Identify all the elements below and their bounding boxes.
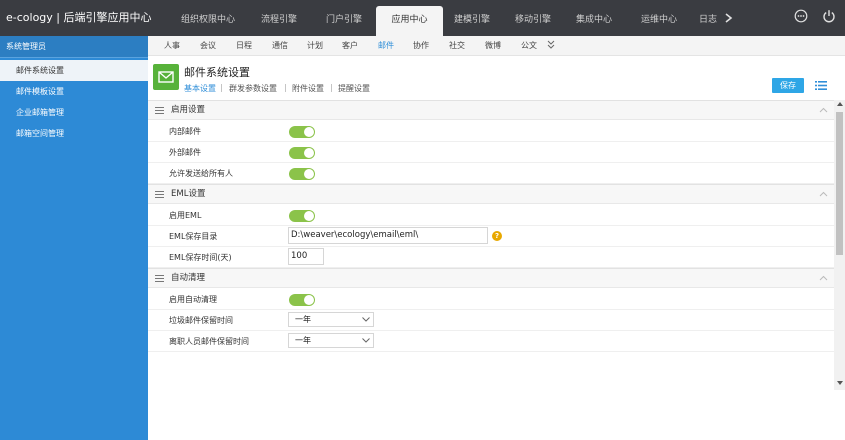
setting-label: 内部邮件 xyxy=(169,127,201,136)
tab-attachment-settings[interactable]: 附件设置 xyxy=(292,83,324,94)
tab-bulk-send-settings[interactable]: 群发参数设置 xyxy=(229,83,277,94)
top-tab-ops[interactable]: 运维中心 xyxy=(623,0,695,36)
sidebar-header: 系统管理员 xyxy=(0,36,148,58)
tab-reminder-settings[interactable]: 提醒设置 xyxy=(338,83,370,94)
sub-tab-mail[interactable]: 邮件 xyxy=(378,36,394,56)
settings-form: 启用设置 内部邮件 外部邮件 允许发送给所有人 EML设置 启用EML EML保… xyxy=(148,100,834,400)
chevron-up-icon[interactable] xyxy=(819,107,828,113)
setting-label: 启用自动清理 xyxy=(169,295,217,304)
setting-row: 外部邮件 xyxy=(148,142,834,163)
setting-label: EML保存时间(天) xyxy=(169,253,232,262)
eml-save-days-input[interactable]: 100 xyxy=(288,248,324,265)
sidebar: 系统管理员 邮件系统设置 邮件模板设置 企业邮箱管理 邮箱空间管理 xyxy=(0,36,148,440)
setting-label: EML保存目录 xyxy=(169,232,218,241)
chevron-down-icon xyxy=(362,317,370,322)
double-chevron-down-icon[interactable] xyxy=(547,40,555,49)
sub-tab-meeting[interactable]: 会议 xyxy=(200,36,216,56)
top-tab-log[interactable]: 日志 xyxy=(699,0,721,36)
top-tab-integration[interactable]: 集成中心 xyxy=(558,0,630,36)
chevron-up-icon[interactable] xyxy=(819,191,828,197)
top-tab-workflow[interactable]: 流程引擎 xyxy=(243,0,315,36)
scroll-up-icon[interactable] xyxy=(837,102,843,106)
sub-tab-document[interactable]: 公文 xyxy=(521,36,537,56)
sub-tab-hr[interactable]: 人事 xyxy=(164,36,180,56)
tab-separator: | xyxy=(284,83,287,92)
setting-label: 外部邮件 xyxy=(169,148,201,157)
select-value: 一年 xyxy=(295,336,311,345)
setting-label: 离职人员邮件保留时间 xyxy=(169,337,249,346)
sub-tab-social[interactable]: 社交 xyxy=(449,36,465,56)
chevron-up-icon[interactable] xyxy=(819,275,828,281)
help-icon[interactable]: ? xyxy=(492,231,502,241)
sub-tab-weibo[interactable]: 微博 xyxy=(485,36,501,56)
setting-row: EML保存目录 D:\weaver\ecology\email\eml\ ? xyxy=(148,226,834,247)
page-title: 邮件系统设置 xyxy=(184,66,250,79)
chevron-right-icon[interactable] xyxy=(724,13,733,23)
section-title: EML设置 xyxy=(171,189,206,199)
sub-tab-collab[interactable]: 协作 xyxy=(413,36,429,56)
section-handle-icon xyxy=(155,107,164,114)
internal-mail-toggle[interactable] xyxy=(289,126,315,138)
sub-nav: 人事 会议 日程 通信 计划 客户 邮件 协作 社交 微博 公文 xyxy=(148,36,845,56)
tab-basic-settings[interactable]: 基本设置 xyxy=(184,83,216,94)
sidebar-item-mail-templates[interactable]: 邮件模板设置 xyxy=(0,81,148,102)
resigned-keep-select[interactable]: 一年 xyxy=(288,333,374,348)
setting-row: EML保存时间(天) 100 xyxy=(148,247,834,268)
scroll-down-icon[interactable] xyxy=(837,381,843,385)
tab-separator: | xyxy=(330,83,333,92)
mail-icon xyxy=(153,64,179,90)
sub-tab-customer[interactable]: 客户 xyxy=(342,36,358,56)
section-handle-icon xyxy=(155,191,164,198)
setting-row: 允许发送给所有人 xyxy=(148,163,834,184)
enable-eml-toggle[interactable] xyxy=(289,210,315,222)
scrollbar[interactable] xyxy=(834,100,845,390)
setting-row: 内部邮件 xyxy=(148,121,834,142)
top-bar: e-cology | 后端引擎应用中心 组织权限中心 流程引擎 门户引擎 应用中… xyxy=(0,0,845,36)
sub-tab-plan[interactable]: 计划 xyxy=(307,36,323,56)
section-header-enable[interactable]: 启用设置 xyxy=(148,100,834,120)
allow-send-all-toggle[interactable] xyxy=(289,168,315,180)
sidebar-item-enterprise-mailbox[interactable]: 企业邮箱管理 xyxy=(0,102,148,123)
setting-label: 允许发送给所有人 xyxy=(169,169,233,178)
power-icon[interactable] xyxy=(822,9,836,23)
top-tab-app-center[interactable]: 应用中心 xyxy=(376,6,443,36)
eml-save-dir-input[interactable]: D:\weaver\ecology\email\eml\ xyxy=(288,227,488,244)
trash-keep-select[interactable]: 一年 xyxy=(288,312,374,327)
setting-label: 启用EML xyxy=(169,211,202,220)
section-header-auto-clean[interactable]: 自动清理 xyxy=(148,268,834,288)
scroll-thumb[interactable] xyxy=(836,112,843,255)
setting-row: 启用自动清理 xyxy=(148,289,834,310)
setting-row: 垃圾邮件保留时间 一年 xyxy=(148,310,834,331)
chevron-down-icon xyxy=(362,338,370,343)
section-title: 启用设置 xyxy=(171,105,206,115)
section-title: 自动清理 xyxy=(171,273,206,283)
tab-separator: | xyxy=(220,83,223,92)
setting-row: 离职人员邮件保留时间 一年 xyxy=(148,331,834,352)
more-circle-icon[interactable] xyxy=(794,9,808,23)
app-brand: e-cology | 后端引擎应用中心 xyxy=(6,11,152,24)
save-button[interactable]: 保存 xyxy=(772,78,804,93)
select-value: 一年 xyxy=(295,315,311,324)
setting-label: 垃圾邮件保留时间 xyxy=(169,316,233,325)
sub-tab-comm[interactable]: 通信 xyxy=(272,36,288,56)
enable-auto-clean-toggle[interactable] xyxy=(289,294,315,306)
top-tab-portal[interactable]: 门户引擎 xyxy=(308,0,380,36)
section-header-eml[interactable]: EML设置 xyxy=(148,184,834,204)
list-menu-icon[interactable] xyxy=(815,80,827,91)
setting-row: 启用EML xyxy=(148,205,834,226)
sub-tab-schedule[interactable]: 日程 xyxy=(236,36,252,56)
top-tab-org[interactable]: 组织权限中心 xyxy=(172,0,244,36)
sidebar-item-mail-settings[interactable]: 邮件系统设置 xyxy=(0,60,148,81)
external-mail-toggle[interactable] xyxy=(289,147,315,159)
sidebar-item-mailbox-space[interactable]: 邮箱空间管理 xyxy=(0,123,148,144)
section-handle-icon xyxy=(155,275,164,282)
